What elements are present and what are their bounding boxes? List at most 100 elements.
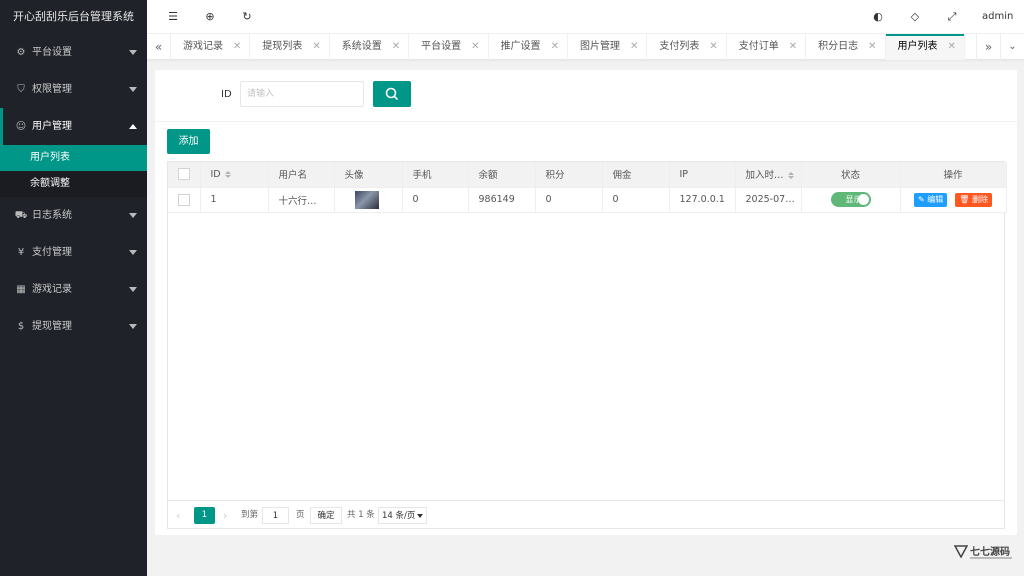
tab-withdraw-list[interactable]: 提现列表 ✕	[250, 34, 330, 60]
tab-label: 支付列表	[659, 41, 700, 52]
watermark-logo: 七七源码	[954, 543, 1012, 567]
pagination: ‹ 1 › 到第 1 页 确定 共 1 条 14 条/页	[167, 501, 1005, 529]
user-name: admin	[982, 11, 1014, 22]
close-icon[interactable]: ✕	[233, 41, 241, 52]
tab-user-list[interactable]: 用户列表 ✕	[885, 34, 965, 60]
refresh-icon[interactable]: ↻	[239, 9, 255, 25]
sidebar-item-platform-settings[interactable]: ⚙ 平台设置	[0, 34, 147, 71]
row-select-cell	[168, 187, 201, 213]
sidebar-item-withdrawals[interactable]: $ 提现管理	[0, 308, 147, 345]
cell-status: 显示	[801, 187, 901, 213]
add-button[interactable]: 添加	[167, 129, 210, 154]
theme-icon[interactable]: ◐	[870, 9, 886, 25]
globe-icon[interactable]: ⊕	[202, 9, 218, 25]
main-panel: ID 添加 ID 用户名 头像 手机 余	[155, 70, 1017, 535]
close-icon[interactable]: ✕	[789, 41, 797, 52]
tab-label: 积分日志	[818, 41, 859, 52]
close-icon[interactable]: ✕	[312, 41, 320, 52]
next-page-icon[interactable]: ›	[223, 507, 227, 524]
cell-joined: 2025-07…	[735, 187, 802, 213]
sidebar-submenu: 用户列表 余额调整	[0, 145, 147, 197]
dollar-icon: $	[17, 321, 25, 332]
sort-icon[interactable]	[787, 172, 794, 180]
trash-icon: 🗑	[959, 194, 970, 204]
menu-toggle-icon[interactable]: ☰	[165, 9, 181, 25]
tab-promo-settings[interactable]: 推广设置 ✕	[489, 34, 568, 60]
goto-page-input[interactable]: 1	[262, 507, 289, 524]
tabs-prev-icon[interactable]: «	[147, 34, 171, 60]
chevron-down-icon	[129, 287, 137, 292]
close-icon[interactable]: ✕	[392, 41, 400, 52]
close-icon[interactable]: ✕	[471, 41, 479, 52]
column-header-avatar: 头像	[334, 162, 403, 188]
page-size-select[interactable]: 14 条/页	[378, 507, 427, 524]
total-count: 共 1 条	[347, 510, 375, 520]
tabs-menu-icon[interactable]: ⌄	[1000, 34, 1024, 60]
prev-page-icon[interactable]: ‹	[176, 507, 180, 524]
chevron-down-icon	[417, 514, 423, 518]
tab-payment-list[interactable]: 支付列表 ✕	[647, 34, 727, 60]
logo-icon	[954, 545, 968, 558]
select-all-cell	[168, 162, 201, 188]
sidebar-item-label: 平台设置	[32, 47, 72, 58]
page-current[interactable]: 1	[194, 507, 215, 524]
tabs-next-icon[interactable]: »	[976, 34, 1000, 60]
user-icon: ☺	[15, 121, 27, 132]
sidebar-item-label: 支付管理	[32, 247, 72, 258]
search-input[interactable]	[240, 81, 364, 107]
tab-payment-orders[interactable]: 支付订单 ✕	[727, 34, 807, 60]
tab-points-log[interactable]: 积分日志 ✕	[806, 34, 886, 60]
tab-label: 系统设置	[341, 41, 382, 52]
select-all-checkbox[interactable]	[178, 168, 190, 181]
fullscreen-icon[interactable]: ⤢	[944, 9, 960, 25]
tab-platform-settings[interactable]: 平台设置 ✕	[409, 34, 489, 60]
chevron-down-icon	[129, 213, 137, 218]
tab-game-records[interactable]: 游戏记录 ✕	[171, 34, 251, 60]
close-icon[interactable]: ✕	[948, 41, 956, 52]
column-header-id[interactable]: ID	[200, 162, 269, 188]
sort-icon[interactable]	[224, 170, 231, 178]
status-toggle[interactable]: 显示	[830, 192, 871, 207]
cell-ip: 127.0.0.1	[669, 187, 736, 213]
search-form: ID	[155, 70, 1017, 122]
sidebar: 开心刮刮乐后台管理系统 ⚙ 平台设置 ⛉ 权限管理 ☺ 用户管理 用户列表 余额调整 …	[0, 0, 147, 576]
user-menu[interactable]: admin	[982, 0, 1024, 53]
sidebar-item-user-management[interactable]: ☺ 用户管理	[0, 108, 147, 145]
chevron-down-icon	[129, 87, 137, 92]
cell-balance: 986149	[468, 187, 536, 213]
sidebar-item-permissions[interactable]: ⛉ 权限管理	[0, 71, 147, 108]
row-checkbox[interactable]	[178, 193, 190, 206]
close-icon[interactable]: ✕	[630, 41, 638, 52]
table-header-row: ID 用户名 头像 手机 余额 积分 佣金 IP 加入时… 状态 操作	[168, 162, 1007, 188]
toggle-knob	[857, 194, 869, 205]
watermark-text: 七七源码	[970, 547, 1010, 558]
chevron-down-icon	[129, 250, 137, 255]
goto-confirm-button[interactable]: 确定	[310, 507, 342, 524]
sidebar-item-balance-adjust[interactable]: 余额调整	[0, 171, 147, 197]
tab-label: 支付订单	[738, 41, 779, 52]
sidebar-item-logs[interactable]: ⛟ 日志系统	[0, 197, 147, 234]
sidebar-item-payments[interactable]: ¥ 支付管理	[0, 234, 147, 271]
chevron-down-icon	[129, 50, 137, 55]
close-icon[interactable]: ✕	[868, 41, 876, 52]
column-header-phone: 手机	[402, 162, 469, 188]
delete-button[interactable]: 🗑 删除	[955, 192, 992, 207]
sidebar-item-user-list[interactable]: 用户列表	[0, 145, 147, 171]
search-label: ID	[221, 89, 232, 100]
column-header-joined[interactable]: 加入时…	[735, 162, 802, 188]
tab-image-management[interactable]: 图片管理 ✕	[568, 34, 648, 60]
user-table: ID 用户名 头像 手机 余额 积分 佣金 IP 加入时… 状态 操作 1 十六…	[167, 161, 1007, 501]
tag-icon[interactable]: ◇	[907, 9, 923, 25]
sidebar-item-game-records[interactable]: ▦ 游戏记录	[0, 271, 147, 308]
chevron-up-icon	[129, 124, 137, 129]
close-icon[interactable]: ✕	[551, 41, 559, 52]
search-icon	[385, 87, 398, 100]
tab-system-settings[interactable]: 系统设置 ✕	[330, 34, 410, 60]
tab-strip: 游戏记录 ✕ 提现列表 ✕ 系统设置 ✕ 平台设置 ✕ 推广设置 ✕ 图片管理 ✕ 支付列表…	[171, 34, 965, 60]
close-icon[interactable]: ✕	[709, 41, 717, 52]
avatar[interactable]	[354, 190, 379, 209]
edit-button[interactable]: ✎ 编辑	[914, 192, 948, 207]
search-button[interactable]	[373, 81, 411, 107]
car-icon: ⛟	[14, 210, 28, 221]
column-header-balance: 余额	[468, 162, 536, 188]
